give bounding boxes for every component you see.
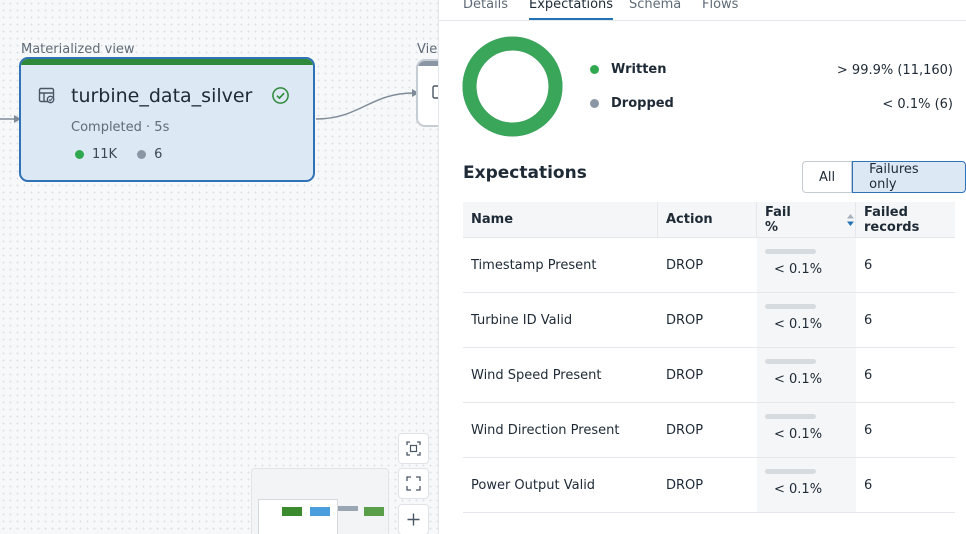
materialized-view-icon: [38, 87, 55, 104]
details-tabs: Details Expectations Schema Flows: [439, 0, 966, 21]
expectation-fail-percent: < 0.1%: [757, 348, 856, 402]
table-header: Name Action Fail % Failed records: [463, 202, 955, 238]
dropped-value: < 0.1% (6): [882, 97, 953, 112]
expectations-filter: All Failures only: [802, 161, 966, 193]
node-details-panel: Details Expectations Schema Flows Writte…: [438, 0, 966, 534]
fullscreen-button[interactable]: [398, 468, 429, 499]
sort-descending-icon[interactable]: [846, 213, 855, 227]
next-node-type-caption: Vie: [417, 42, 438, 57]
zoom-in-button[interactable]: [398, 504, 429, 534]
column-header-fail-percent[interactable]: Fail %: [757, 202, 856, 237]
legend-written: Written: [590, 62, 666, 77]
expectation-name: Turbine ID Valid: [471, 312, 573, 328]
table-row[interactable]: Power Output Valid DROP < 0.1% 6: [463, 458, 955, 513]
table-row[interactable]: Turbine ID Valid DROP < 0.1% 6: [463, 293, 955, 348]
fail-percent-text: < 0.1%: [774, 372, 823, 387]
expectation-name: Wind Direction Present: [471, 422, 620, 438]
table-row[interactable]: Wind Speed Present DROP < 0.1% 6: [463, 348, 955, 403]
tab-schema[interactable]: Schema: [629, 0, 681, 20]
fit-view-button[interactable]: [398, 433, 429, 464]
records-donut-chart: [462, 36, 563, 137]
column-header-label: Name: [471, 212, 514, 227]
node-status-text: Completed · 5s: [71, 120, 170, 135]
written-label: Written: [611, 62, 667, 77]
expectation-action: DROP: [666, 422, 704, 438]
tab-expectations[interactable]: Expectations: [529, 0, 614, 20]
minimap-node: [364, 507, 384, 516]
node-type-caption: Materialized view: [21, 42, 135, 57]
dropped-count: 6: [154, 147, 163, 162]
filter-all-button[interactable]: All: [802, 161, 853, 193]
expectation-action: DROP: [666, 257, 704, 273]
expectation-name: Power Output Valid: [471, 477, 596, 493]
dropped-dot-icon: [590, 99, 599, 108]
column-header-label: Fail %: [765, 204, 791, 235]
table-row[interactable]: Timestamp Present DROP < 0.1% 6: [463, 238, 955, 293]
column-header-label: Failed records: [864, 204, 920, 235]
node-status-bar: [418, 61, 438, 66]
table-row[interactable]: Wind Direction Present DROP < 0.1% 6: [463, 403, 955, 458]
fail-percent-text: < 0.1%: [774, 262, 823, 277]
pipeline-node-next[interactable]: [416, 59, 438, 127]
fail-percent-bar: [765, 304, 816, 309]
column-header-name[interactable]: Name: [463, 202, 658, 237]
written-dot-icon: [75, 150, 84, 159]
table-body: Timestamp Present DROP < 0.1% 6 Turbine ID V…: [463, 238, 955, 513]
legend-dropped: Dropped: [590, 96, 674, 111]
expectation-failed-records: 6: [864, 367, 873, 383]
pipeline-graph-canvas[interactable]: Materialized view Vie turbine_data_silve…: [0, 0, 438, 534]
column-header-failed-records[interactable]: Failed records: [856, 202, 955, 237]
written-stat: 11K: [75, 147, 117, 162]
expectation-failed-records: 6: [864, 422, 873, 438]
written-count: 11K: [92, 147, 118, 162]
expectation-action: DROP: [666, 367, 704, 383]
expectation-name: Timestamp Present: [471, 257, 597, 273]
minimap-viewport[interactable]: [258, 499, 338, 534]
expectation-fail-percent: < 0.1%: [757, 238, 856, 292]
fail-percent-text: < 0.1%: [774, 317, 823, 332]
node-record-stats: 11K 6: [75, 147, 182, 162]
minimap-node: [338, 506, 358, 511]
node-status-bar: [21, 59, 313, 65]
fail-percent-bar: [765, 469, 816, 474]
tab-flows[interactable]: Flows: [702, 0, 738, 20]
expectation-name: Wind Speed Present: [471, 367, 602, 383]
minimap-node: [282, 507, 302, 516]
fail-percent-bar: [765, 359, 816, 364]
column-header-action[interactable]: Action: [658, 202, 757, 237]
expectation-fail-percent: < 0.1%: [757, 403, 856, 457]
fail-percent-text: < 0.1%: [774, 482, 823, 497]
dropped-stat: 6: [137, 147, 162, 162]
expectation-action: DROP: [666, 312, 704, 328]
fail-percent-text: < 0.1%: [774, 427, 823, 442]
donut-written-segment: [462, 36, 563, 137]
pipeline-node-turbine-data-silver[interactable]: turbine_data_silver Completed · 5s 11K 6: [19, 57, 315, 182]
expectations-table: Name Action Fail % Failed records Timest…: [463, 202, 955, 513]
expectation-failed-records: 6: [864, 477, 873, 493]
written-value: > 99.9% (11,160): [836, 63, 953, 78]
column-header-label: Action: [666, 212, 713, 227]
success-check-icon: [272, 87, 289, 104]
minimap-node: [310, 507, 330, 516]
expectation-fail-percent: < 0.1%: [757, 293, 856, 347]
node-title: turbine_data_silver: [71, 85, 253, 107]
filter-failures-only-button[interactable]: Failures only: [852, 161, 966, 193]
fail-percent-bar: [765, 249, 816, 254]
expectation-action: DROP: [666, 477, 704, 493]
plus-icon: [407, 513, 420, 526]
dropped-dot-icon: [137, 150, 147, 159]
expectation-fail-percent: < 0.1%: [757, 458, 856, 512]
expectation-failed-records: 6: [864, 257, 873, 273]
fail-percent-bar: [765, 414, 816, 419]
fullscreen-icon: [406, 476, 421, 491]
dropped-label: Dropped: [611, 96, 674, 111]
tab-details[interactable]: Details: [463, 0, 508, 20]
expectations-heading: Expectations: [463, 163, 587, 183]
fit-view-icon: [406, 441, 421, 456]
graph-minimap[interactable]: [251, 468, 389, 534]
written-dot-icon: [590, 65, 599, 74]
expectation-failed-records: 6: [864, 312, 873, 328]
